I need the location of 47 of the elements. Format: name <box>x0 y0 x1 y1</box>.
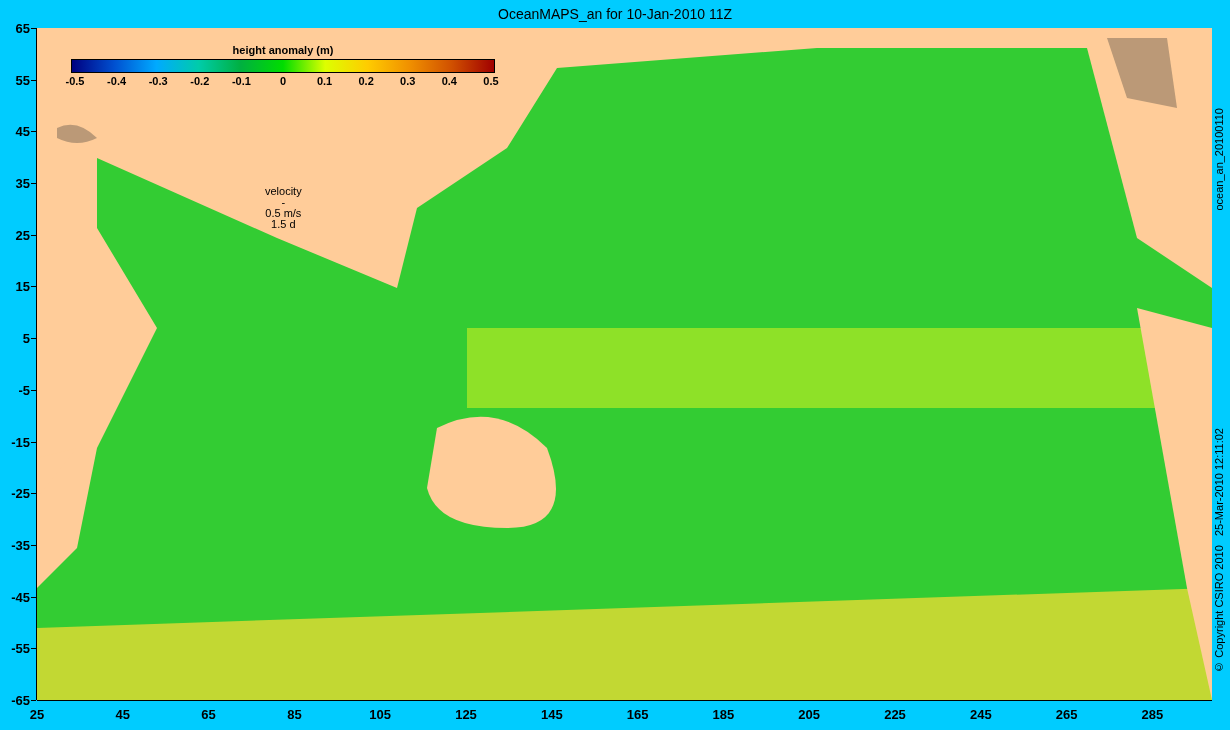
side-caption: ocean_an_20100110 <box>1213 108 1225 211</box>
plot-title: OceanMAPS_an for 10-Jan-2010 11Z <box>497 5 733 24</box>
axis-label: -5 <box>18 382 30 398</box>
legend-text: 1.5 d <box>271 219 296 230</box>
axis-label: 65 <box>201 707 216 722</box>
axis-label: -35 <box>11 537 30 553</box>
axis-label: 285 <box>1141 707 1164 722</box>
axis-label: 145 <box>540 707 563 722</box>
colorbar-label: 0.3 <box>399 75 417 87</box>
axis-label: 165 <box>626 707 649 722</box>
axis-label: 5 <box>22 330 30 346</box>
legend-text: 0.5 m/s <box>265 208 302 219</box>
side-caption: © Copyright CSIRO 2010 25-Mar-2010 12:11:02 <box>1213 428 1225 673</box>
axis-label: 225 <box>884 707 906 722</box>
colorbar-title: height anomaly (m) <box>232 44 334 56</box>
axis-label: -55 <box>11 640 30 656</box>
axis-label: -65 <box>11 692 30 708</box>
colorbar-label: -0.4 <box>106 75 128 87</box>
axis-label: 65 <box>15 20 30 36</box>
colorbar-label: -0.1 <box>230 75 252 87</box>
colorbar-label: 0.1 <box>315 75 334 87</box>
colorbar-label: 0 <box>278 75 288 87</box>
colorbar-label: -0.2 <box>189 75 211 87</box>
axis-label: 185 <box>712 707 735 722</box>
colorbar-label: -0.5 <box>64 75 86 87</box>
axis-label: -15 <box>11 434 30 450</box>
axis-label: 125 <box>455 707 477 722</box>
legend-text: velocity <box>265 186 302 197</box>
axis-label: 105 <box>369 707 392 722</box>
axis-label: 265 <box>1055 707 1078 722</box>
axis-label: -45 <box>11 589 30 605</box>
axis-label: -25 <box>11 485 30 501</box>
colorbar-label: 0.4 <box>440 75 458 87</box>
axis-label: 205 <box>798 707 821 722</box>
colorbar-label: -0.3 <box>147 75 169 87</box>
axis-label: 25 <box>29 707 45 722</box>
axis-label: 25 <box>15 227 30 243</box>
axis-label: 45 <box>15 123 30 139</box>
axis-label: 245 <box>969 707 992 722</box>
axis-label: 85 <box>287 707 302 722</box>
axis-label: 45 <box>115 707 131 722</box>
axis-label: 35 <box>15 175 30 191</box>
axis-label: 15 <box>15 278 30 294</box>
legend-text: - <box>281 197 286 208</box>
axis-label: 55 <box>15 72 30 88</box>
colorbar-label: 0.2 <box>357 75 375 87</box>
colorbar-label: 0.5 <box>482 75 500 87</box>
